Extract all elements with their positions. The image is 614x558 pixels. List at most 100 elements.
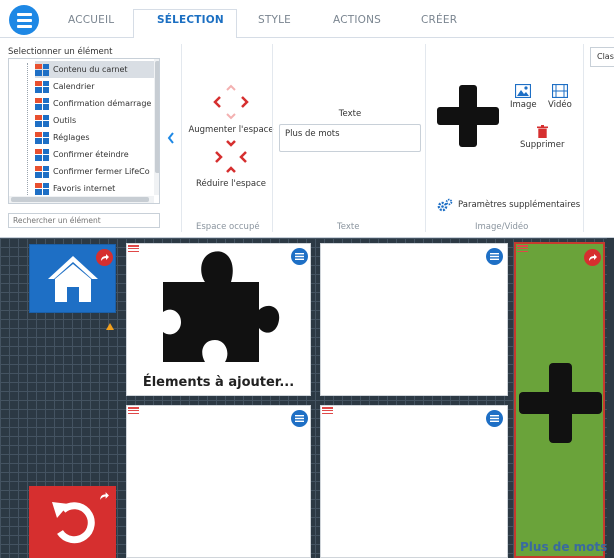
cell-caption: Élements à ajouter... [142,375,295,390]
cell-elements-to-add[interactable]: Élements à ajouter... [126,243,311,396]
list-item[interactable]: Confirmer éteindre [35,146,155,163]
list-item-label: Favoris internet [53,184,116,193]
menu-icon-bar [16,12,32,16]
image-group-label: Image/Vidéo [475,222,529,232]
ribbon-panel: Selectionner un élément Contenu du carne… [0,38,614,238]
decrease-space-button[interactable]: Réduire l'espace [190,138,272,189]
cell-text-input[interactable]: Plus de mots [279,124,421,152]
list-item[interactable]: Calendrier [35,78,155,95]
element-tree-list[interactable]: Contenu du carnet Calendrier Confirmatio… [8,58,160,204]
list-vertical-scrollbar[interactable] [154,59,159,195]
tab-actions[interactable]: ACTIONS [333,14,381,26]
class-dropdown[interactable]: Clas [590,47,614,67]
tab-selection[interactable]: SÉLECTION [157,14,224,26]
element-search-input[interactable] [8,213,160,228]
ribbon-divider [181,44,182,232]
puzzle-piece-icon [163,251,280,362]
drag-handle-icon[interactable] [322,407,333,414]
back-cell[interactable] [29,486,116,558]
home-cell[interactable] [29,244,116,313]
grid-page-icon [35,131,49,144]
home-icon [48,256,98,302]
select-element-label: Selectionner un élément [8,47,113,57]
app-window: ACCUEIL SÉLECTION STYLE ACTIONS CRÉER Se… [0,0,614,558]
expand-arrows-icon [213,84,249,120]
ribbon-divider [583,44,584,232]
grid-page-icon [35,97,49,110]
empty-cell[interactable] [126,405,311,558]
scrollbar-thumb[interactable] [155,61,159,173]
list-item[interactable]: Outils [35,112,155,129]
tab-creer[interactable]: CRÉER [421,14,457,26]
drag-handle-icon[interactable] [517,245,528,252]
list-item[interactable]: Favoris internet [35,180,155,197]
drag-handle-icon[interactable] [128,407,139,414]
empty-cell[interactable] [320,405,508,558]
add-image-plus-icon[interactable] [437,85,499,147]
more-words-cell[interactable]: Plus de mots [514,242,608,558]
collapse-panel-chevron-icon[interactable] [166,130,176,146]
ribbon-divider [425,44,426,232]
list-item[interactable]: Confirmer fermer LifeCo [35,163,155,180]
tab-accueil[interactable]: ACCUEIL [68,14,114,26]
grid-page-icon [35,63,49,76]
trash-icon [536,125,548,138]
grid-page-icon [35,114,49,127]
list-item-label: Calendrier [53,82,95,91]
increase-space-label: Augmenter l'espace [188,125,274,135]
extra-settings-label: Paramètres supplémentaires [458,200,581,210]
extra-settings-button[interactable]: Paramètres supplémentaires [437,198,580,212]
film-icon [551,84,568,98]
list-item-label: Confirmer fermer LifeCo [53,167,150,176]
list-item[interactable]: Confirmation démarrage [35,95,155,112]
link-arrow-icon [100,492,109,500]
ribbon-divider [272,44,273,232]
image-label: Image [510,100,537,110]
main-menu-button[interactable] [9,5,39,35]
empty-cell[interactable] [320,243,508,396]
space-group-label: Espace occupé [196,222,260,232]
drag-handle-icon[interactable] [128,245,139,252]
list-item-label: Outils [53,116,77,125]
list-horizontal-scrollbar[interactable] [9,196,154,203]
board-right-edge [607,238,614,558]
image-icon [515,84,532,98]
list-item[interactable]: Réglages [35,129,155,146]
link-arrow-icon[interactable] [96,249,113,266]
increase-space-button[interactable]: Augmenter l'espace [188,82,274,135]
grid-page-icon [35,148,49,161]
link-arrow-icon[interactable] [584,249,601,266]
tree-connector-line [27,63,28,195]
decrease-space-label: Réduire l'espace [195,179,266,189]
warning-icon [106,323,114,330]
text-field-label: Texte [338,109,362,119]
delete-media-button[interactable]: Supprimer [520,125,564,150]
grid-page-icon [35,182,49,195]
text-group-label: Texte [337,222,360,232]
plus-vertical-bar [459,85,477,147]
delete-label: Supprimer [520,140,565,150]
grid-page-icon [35,80,49,93]
menu-icon-bar [16,18,32,22]
cell-menu-icon[interactable] [486,410,503,427]
plus-icon [519,363,602,443]
gears-icon [437,198,453,212]
scrollbar-thumb[interactable] [11,197,149,202]
list-item-label: Réglages [53,133,90,142]
image-button[interactable]: Image [510,84,537,110]
video-label: Vidéo [548,100,572,110]
list-item-label: Confirmer éteindre [53,150,129,159]
list-item[interactable]: Contenu du carnet [35,61,156,78]
cell-menu-icon[interactable] [291,410,308,427]
tab-style[interactable]: STYLE [258,14,291,26]
video-button[interactable]: Vidéo [548,84,572,110]
cell-menu-icon[interactable] [291,248,308,265]
more-words-caption: Plus de mots [520,540,608,554]
cell-menu-icon[interactable] [486,248,503,265]
ribbon-tab-bar: ACCUEIL SÉLECTION STYLE ACTIONS CRÉER [0,0,614,39]
list-item-label: Confirmation démarrage [53,99,152,108]
list-item-label: Contenu du carnet [53,65,128,74]
shrink-arrows-icon [215,140,247,173]
grid-page-icon [35,165,49,178]
undo-icon [52,502,95,544]
